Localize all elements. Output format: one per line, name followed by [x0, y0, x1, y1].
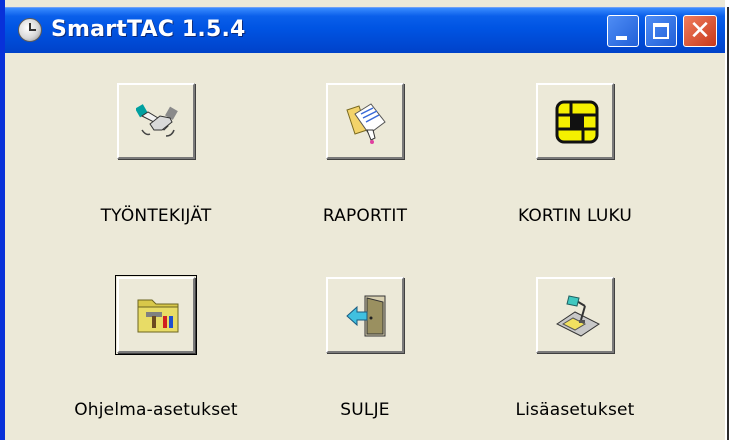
close-app-button[interactable] — [326, 277, 404, 353]
employees-button[interactable] — [117, 83, 195, 159]
window-right-border — [727, 7, 729, 440]
settings-label: Ohjelma-asetukset — [74, 400, 238, 420]
minimize-button[interactable] — [607, 15, 639, 47]
extra-settings-label: Lisäasetukset — [515, 400, 635, 420]
settings-button[interactable] — [115, 275, 197, 355]
employees-label: TYÖNTEKIJÄT — [100, 206, 212, 226]
app-window: SmartTAC 1.5.4 ✕ TYÖNTEKIJÄT RAPORTIT KO… — [0, 0, 735, 440]
maximize-button[interactable] — [645, 15, 677, 47]
documents-icon — [346, 103, 386, 144]
title-bar[interactable]: SmartTAC 1.5.4 ✕ — [5, 7, 725, 53]
exit-door-icon — [346, 295, 386, 337]
window-title: SmartTAC 1.5.4 — [51, 17, 246, 42]
smartcard-chip-icon — [555, 100, 599, 144]
minimize-icon — [616, 36, 627, 40]
maximize-icon — [653, 23, 669, 39]
card-read-label: KORTIN LUKU — [517, 206, 633, 226]
reports-button[interactable] — [326, 83, 404, 159]
card-read-button[interactable] — [536, 83, 614, 159]
desk-lamp-icon — [556, 295, 600, 337]
tools-folder-icon — [137, 299, 179, 333]
close-icon: ✕ — [689, 16, 711, 46]
close-window-button[interactable]: ✕ — [683, 15, 717, 47]
handshake-icon — [136, 104, 178, 137]
clock-icon[interactable] — [18, 18, 42, 42]
main-panel: TYÖNTEKIJÄT RAPORTIT KORTIN LUKU Ohjelma… — [5, 53, 725, 440]
extra-settings-button[interactable] — [536, 277, 614, 353]
close-app-label: SULJE — [340, 400, 390, 420]
reports-label: RAPORTIT — [322, 206, 408, 226]
